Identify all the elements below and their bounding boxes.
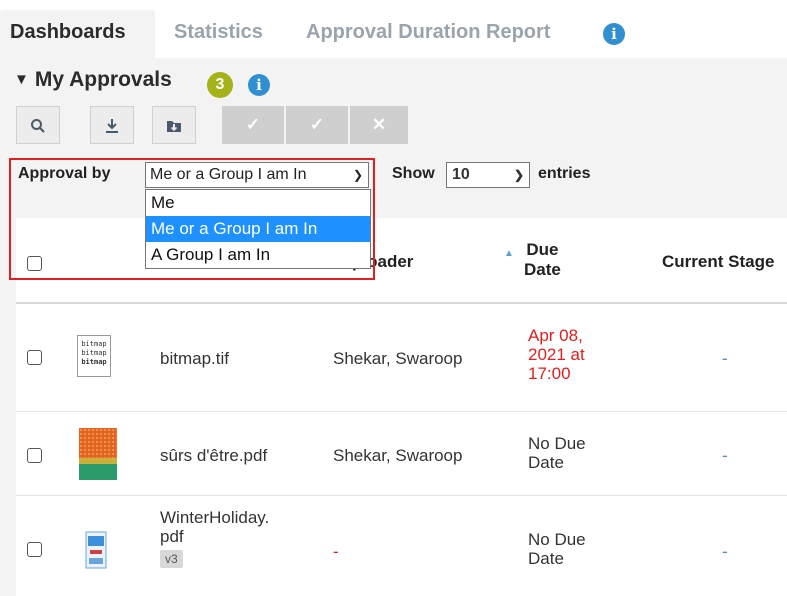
search-button[interactable] [16, 106, 60, 144]
thumbnail-text: bitmap [81, 349, 107, 357]
download-to-folder-button[interactable] [152, 106, 196, 144]
due-date-line: 2021 at [528, 345, 585, 364]
header-due-line1: Due [526, 240, 559, 259]
approval-count-badge: 3 [207, 72, 233, 98]
approve-with-changes-button[interactable]: ✓ [286, 106, 348, 144]
tab-bar: Dashboards Statistics Approval Duration … [0, 0, 787, 58]
table-header: ploader ▲ Due Date Current Stage [16, 218, 787, 304]
approval-by-label: Approval by [18, 165, 111, 182]
due-date: No Due Date [528, 434, 586, 472]
caret-down-icon[interactable]: ▼ [14, 71, 29, 88]
current-stage: - [722, 349, 728, 368]
tab-dashboards[interactable]: Dashboards [0, 10, 155, 58]
approve-button[interactable]: ✓ [222, 106, 284, 144]
select-all-checkbox[interactable] [27, 256, 42, 271]
file-thumbnail[interactable] [79, 428, 117, 480]
folder-download-icon [167, 120, 181, 132]
file-name[interactable]: WinterHoliday. pdf v3 [160, 508, 269, 568]
due-date-line: Date [528, 453, 564, 472]
thumbnail-text: bitmap [81, 358, 107, 366]
entries-label: entries [538, 165, 591, 182]
entries-select[interactable]: 10 ❯ [446, 162, 530, 188]
tab-approval-duration-report[interactable]: Approval Duration Report [306, 10, 550, 58]
due-date: No Due Date [528, 530, 586, 568]
table-row[interactable]: sûrs d'être.pdf Shekar, Swaroop No Due D… [16, 412, 787, 496]
version-badge[interactable]: v3 [160, 550, 183, 568]
file-name-line: WinterHoliday. [160, 508, 270, 527]
x-icon: ✕ [371, 115, 387, 134]
file-name-line: pdf [160, 527, 184, 546]
sort-asc-icon: ▲ [504, 248, 514, 259]
uploader-name: Shekar, Swaroop [333, 446, 463, 465]
chevron-down-icon: ❯ [352, 168, 363, 182]
table-row[interactable]: bitmap bitmap bitmap bitmap.tif Shekar, … [16, 304, 787, 412]
header-current-stage[interactable]: Current Stage [662, 252, 774, 272]
info-icon[interactable]: i [248, 74, 270, 96]
current-stage: - [722, 542, 728, 561]
file-name[interactable]: sûrs d'être.pdf [160, 446, 267, 465]
download-icon [106, 118, 118, 133]
option-me[interactable]: Me [146, 190, 370, 216]
current-stage: - [722, 446, 728, 465]
thumbnail-text: bitmap [81, 340, 107, 348]
approvals-table: ploader ▲ Due Date Current Stage bitmap … [16, 218, 787, 596]
chevron-down-icon: ❯ [513, 168, 524, 182]
due-date-line: 17:00 [528, 364, 571, 383]
file-thumbnail[interactable]: bitmap bitmap bitmap [77, 335, 111, 377]
approval-by-options: Me Me or a Group I am In A Group I am In [145, 189, 371, 269]
section-title-label: My Approvals [34, 68, 172, 91]
header-due-line2: Date [524, 260, 561, 279]
check-icon: ✓ [245, 115, 261, 134]
header-due-date[interactable]: Due Date [524, 240, 561, 280]
tab-statistics[interactable]: Statistics [174, 10, 263, 58]
row-checkbox[interactable] [27, 350, 42, 365]
file-thumbnail[interactable] [84, 530, 108, 570]
approval-by-select[interactable]: Me or a Group I am In ❯ [145, 162, 369, 188]
entries-selected-value: 10 [452, 166, 470, 183]
table-row[interactable]: WinterHoliday. pdf v3 - No Due Date - [16, 496, 787, 596]
check-split-icon: ✓ [309, 115, 325, 134]
row-checkbox[interactable] [27, 448, 42, 463]
info-icon[interactable]: i [603, 23, 625, 45]
search-icon [31, 118, 45, 133]
show-label: Show [392, 165, 435, 182]
due-date-line: No Due [528, 530, 586, 549]
section-title[interactable]: ▼ My Approvals [14, 68, 172, 92]
download-button[interactable] [90, 106, 134, 144]
uploader-name: - [333, 542, 339, 561]
due-date-line: No Due [528, 434, 586, 453]
dashboard-panel: ▼ My Approvals 3 i ✓ ✓ ✕ Approval by Me o… [0, 58, 787, 596]
due-date-line: Date [528, 549, 564, 568]
due-date: Apr 08, 2021 at 17:00 [528, 326, 585, 383]
reject-button[interactable]: ✕ [350, 106, 408, 144]
option-me-or-group[interactable]: Me or a Group I am In [146, 216, 370, 242]
due-date-line: Apr 08, [528, 326, 583, 345]
file-name[interactable]: bitmap.tif [160, 349, 229, 368]
uploader-name: Shekar, Swaroop [333, 349, 463, 368]
option-group[interactable]: A Group I am In [146, 242, 370, 268]
row-checkbox[interactable] [27, 542, 42, 557]
approval-by-selected-value: Me or a Group I am In [150, 166, 307, 183]
